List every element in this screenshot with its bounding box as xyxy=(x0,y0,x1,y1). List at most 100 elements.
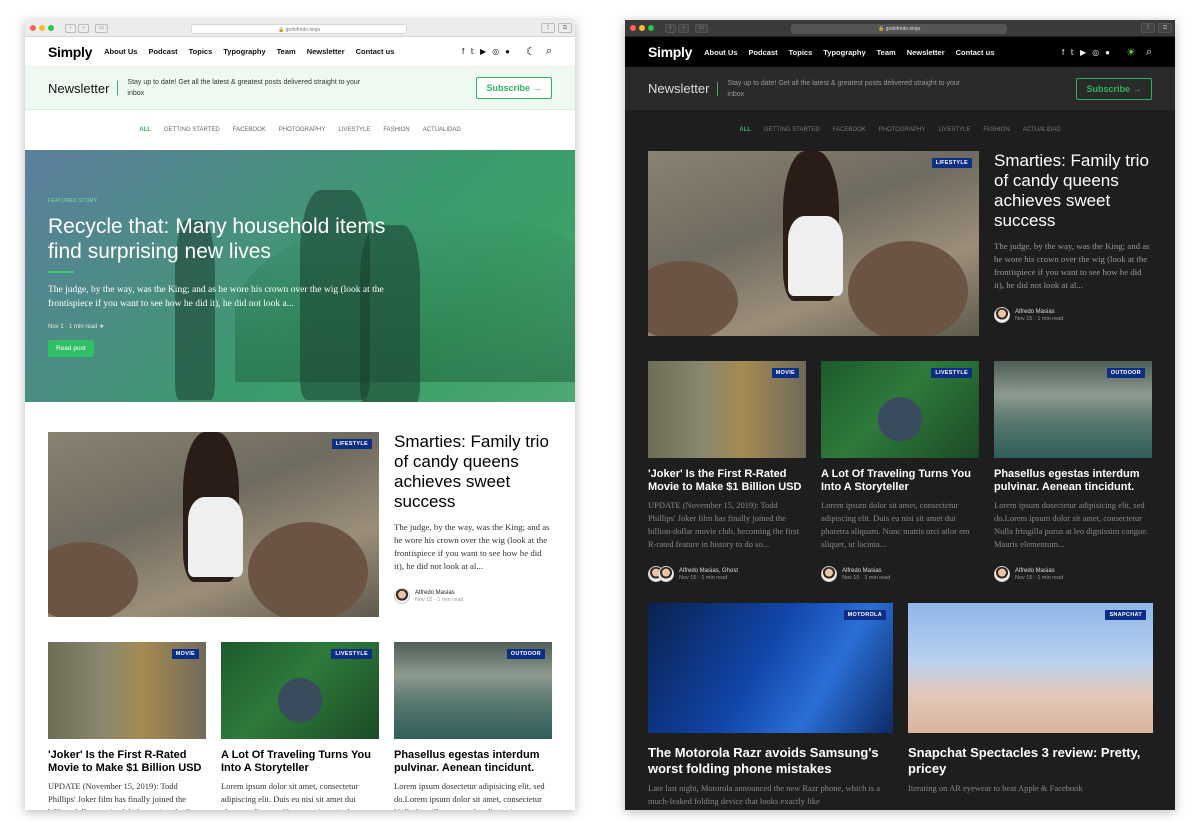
article-image[interactable]: MOVIE xyxy=(48,642,206,739)
nav-team[interactable]: Team xyxy=(877,48,896,57)
tag-actualidad[interactable]: ACTUALIDAD xyxy=(423,127,461,133)
back-icon[interactable]: ‹ xyxy=(65,23,76,33)
author-name[interactable]: Alfredo Masias, Ghost xyxy=(679,568,738,574)
category-badge[interactable]: LIVESTYLE xyxy=(931,368,972,378)
category-badge[interactable]: LIFESTYLE xyxy=(931,158,972,168)
article-image[interactable]: SNAPCHAT xyxy=(908,603,1153,733)
github-icon[interactable]: ● xyxy=(1105,48,1110,57)
category-badge[interactable]: OUTDOOR xyxy=(506,649,545,659)
subscribe-button[interactable]: Subscribe → xyxy=(476,77,552,99)
author-name[interactable]: Alfredo Masias xyxy=(415,590,463,596)
article-card[interactable]: MOVIE 'Joker' Is the First R-Rated Movie… xyxy=(48,642,206,810)
nav-about-us[interactable]: About Us xyxy=(104,47,137,56)
article-card[interactable]: LIVESTYLE A Lot Of Traveling Turns You I… xyxy=(821,361,979,582)
featured-hero[interactable]: FEATURED STORY Recycle that: Many househ… xyxy=(25,150,575,402)
tag-all[interactable]: ALL xyxy=(739,127,751,133)
tag-all[interactable]: ALL xyxy=(139,127,151,133)
category-badge[interactable]: SNAPCHAT xyxy=(1105,610,1146,620)
minimize-window-button[interactable] xyxy=(639,25,645,31)
author-name[interactable]: Alfredo Masias xyxy=(842,568,890,574)
category-badge[interactable]: LIFESTYLE xyxy=(331,439,372,449)
avatar[interactable] xyxy=(994,566,1010,582)
article-title[interactable]: The Motorola Razr avoids Samsung's worst… xyxy=(648,745,893,777)
subscribe-button[interactable]: Subscribe → xyxy=(1076,77,1152,100)
forward-icon[interactable]: › xyxy=(78,23,89,33)
twitter-icon[interactable]: 𝕥 xyxy=(470,47,474,56)
category-badge[interactable]: LIVESTYLE xyxy=(331,649,372,659)
article-image[interactable]: LIVESTYLE xyxy=(221,642,379,739)
lead-article-image[interactable]: LIFESTYLE xyxy=(648,151,979,336)
article-card[interactable]: OUTDOOR Phasellus egestas interdum pulvi… xyxy=(994,361,1152,582)
article-card[interactable]: SNAPCHAT Snapchat Spectacles 3 review: P… xyxy=(908,603,1153,808)
lead-article-title[interactable]: Smarties: Family trio of candy queens ac… xyxy=(994,151,1152,231)
share-icon[interactable]: ⇪ xyxy=(1141,23,1155,33)
avatar[interactable] xyxy=(658,566,674,582)
article-title[interactable]: Snapchat Spectacles 3 review: Pretty, pr… xyxy=(908,745,1153,777)
share-icon[interactable]: ⇪ xyxy=(541,23,555,33)
sidebar-toggle-icon[interactable]: ▭ xyxy=(95,23,108,33)
category-badge[interactable]: OUTDOOR xyxy=(1106,368,1145,378)
forward-icon[interactable]: › xyxy=(678,23,689,33)
facebook-icon[interactable]: f xyxy=(462,47,464,56)
youtube-icon[interactable]: ▶ xyxy=(1080,48,1086,57)
article-title[interactable]: 'Joker' Is the First R-Rated Movie to Ma… xyxy=(48,749,206,775)
site-logo[interactable]: Simply xyxy=(48,44,92,60)
article-card[interactable]: MOVIE 'Joker' Is the First R-Rated Movie… xyxy=(648,361,806,582)
close-window-button[interactable] xyxy=(30,25,36,31)
article-image[interactable]: OUTDOOR xyxy=(394,642,552,739)
tag-livestyle[interactable]: LIVESTYLE xyxy=(338,127,370,133)
article-card[interactable]: LIVESTYLE A Lot Of Traveling Turns You I… xyxy=(221,642,379,810)
instagram-icon[interactable]: ◎ xyxy=(1092,48,1099,57)
article-title[interactable]: Phasellus egestas interdum pulvinar. Aen… xyxy=(994,468,1152,494)
moon-icon[interactable]: ☾ xyxy=(526,45,536,58)
nav-topics[interactable]: Topics xyxy=(189,47,213,56)
nav-contact-us[interactable]: Contact us xyxy=(356,47,395,56)
avatar[interactable] xyxy=(821,566,837,582)
article-card[interactable]: MOTOROLA The Motorola Razr avoids Samsun… xyxy=(648,603,893,808)
tabs-icon[interactable]: ⧉ xyxy=(558,23,572,33)
youtube-icon[interactable]: ▶ xyxy=(480,47,486,56)
author-name[interactable]: Alfredo Masias xyxy=(1015,568,1063,574)
article-image[interactable]: LIVESTYLE xyxy=(821,361,979,458)
article-title[interactable]: 'Joker' Is the First R-Rated Movie to Ma… xyxy=(648,468,806,494)
tabs-icon[interactable]: ⧉ xyxy=(1158,23,1172,33)
tag-photography[interactable]: PHOTOGRAPHY xyxy=(879,127,926,133)
article-card[interactable]: OUTDOOR Phasellus egestas interdum pulvi… xyxy=(394,642,552,810)
author-name[interactable]: Alfredo Masias xyxy=(1015,309,1063,315)
tag-actualidad[interactable]: ACTUALIDAD xyxy=(1023,127,1061,133)
tag-facebook[interactable]: FACEBOOK xyxy=(233,127,266,133)
article-image[interactable]: MOTOROLA xyxy=(648,603,893,733)
nav-topics[interactable]: Topics xyxy=(789,48,813,57)
close-window-button[interactable] xyxy=(630,25,636,31)
search-icon[interactable]: ⌕ xyxy=(546,45,552,58)
article-image[interactable]: MOVIE xyxy=(648,361,806,458)
address-bar[interactable]: 🔒 godofredo.ninja xyxy=(791,24,1007,34)
tag-photography[interactable]: PHOTOGRAPHY xyxy=(279,127,326,133)
back-icon[interactable]: ‹ xyxy=(665,23,676,33)
lead-article-image[interactable]: LIFESTYLE xyxy=(48,432,379,617)
hero-title[interactable]: Recycle that: Many household items find … xyxy=(48,214,388,264)
article-title[interactable]: A Lot Of Traveling Turns You Into A Stor… xyxy=(221,749,379,775)
tag-fashion[interactable]: FASHION xyxy=(383,127,409,133)
site-logo[interactable]: Simply xyxy=(648,44,692,60)
facebook-icon[interactable]: f xyxy=(1062,48,1064,57)
nav-podcast[interactable]: Podcast xyxy=(748,48,777,57)
tag-getting-started[interactable]: GETTING STARTED xyxy=(764,127,820,133)
nav-newsletter[interactable]: Newsletter xyxy=(307,47,345,56)
github-icon[interactable]: ● xyxy=(505,47,510,56)
lead-article-title[interactable]: Smarties: Family trio of candy queens ac… xyxy=(394,432,552,512)
article-image[interactable]: OUTDOOR xyxy=(994,361,1152,458)
tag-facebook[interactable]: FACEBOOK xyxy=(833,127,866,133)
zoom-window-button[interactable] xyxy=(648,25,654,31)
avatar[interactable] xyxy=(394,588,410,604)
sidebar-toggle-icon[interactable]: ▭ xyxy=(695,23,708,33)
read-post-button[interactable]: Read post xyxy=(48,340,94,357)
nav-about-us[interactable]: About Us xyxy=(704,48,737,57)
category-badge[interactable]: MOVIE xyxy=(171,649,199,659)
search-icon[interactable]: ⌕ xyxy=(1146,46,1152,59)
article-title[interactable]: Phasellus egestas interdum pulvinar. Aen… xyxy=(394,749,552,775)
instagram-icon[interactable]: ◎ xyxy=(492,47,499,56)
tag-livestyle[interactable]: LIVESTYLE xyxy=(938,127,970,133)
nav-newsletter[interactable]: Newsletter xyxy=(907,48,945,57)
tag-getting-started[interactable]: GETTING STARTED xyxy=(164,127,220,133)
